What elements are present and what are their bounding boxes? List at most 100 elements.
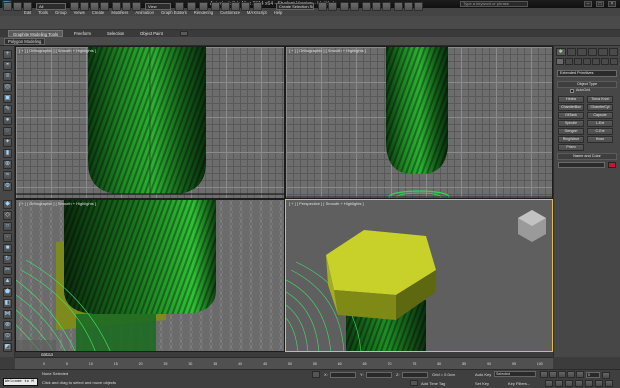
layer-manager-icon[interactable]: [340, 2, 349, 11]
viewport-label[interactable]: [ + ] [ Orthographic ] [ Smooth + Highli…: [19, 201, 96, 206]
helpers-icon[interactable]: ⊕: [3, 160, 12, 169]
edge-icon[interactable]: ◇: [3, 211, 12, 220]
lights-icon[interactable]: ✦: [3, 138, 12, 147]
hierarchy-panel-tab-icon[interactable]: [577, 48, 587, 56]
spindle-button[interactable]: Spindle: [558, 120, 584, 127]
keyboard-shortcut-icon[interactable]: [199, 2, 208, 11]
inset-icon[interactable]: ◧: [3, 299, 12, 308]
x-coord-field[interactable]: [330, 372, 356, 378]
ribbon-minimize-icon[interactable]: [180, 31, 188, 36]
angle-snap-icon[interactable]: [221, 2, 230, 11]
select-object-icon[interactable]: [70, 2, 79, 11]
lock-selection-icon[interactable]: [312, 371, 320, 378]
c-ext-button[interactable]: C-Ext: [587, 128, 613, 135]
lights-category-icon[interactable]: [574, 58, 582, 65]
display-icon[interactable]: ▣: [3, 94, 12, 103]
search-input[interactable]: Type a keyword or phrase: [460, 1, 528, 7]
object-name-field[interactable]: [558, 162, 605, 168]
z-coord-field[interactable]: [402, 372, 428, 378]
time-config-icon[interactable]: [602, 372, 610, 379]
curve-editor-icon[interactable]: [362, 2, 371, 11]
chamfercyl-button[interactable]: ChamferCyl: [587, 104, 613, 111]
set-key-button[interactable]: Set Key: [475, 381, 489, 386]
cameras-category-icon[interactable]: [583, 58, 591, 65]
key-filters-button[interactable]: Key Filters...: [508, 381, 530, 386]
named-selection-sets-dropdown[interactable]: Create Selection Se: [276, 3, 314, 10]
torus-knot-button[interactable]: Torus Knot: [587, 96, 613, 103]
name-and-color-rollout-title[interactable]: Name and Color: [557, 153, 617, 160]
oiltank-button[interactable]: OilTank: [558, 112, 584, 119]
select-move-icon[interactable]: [112, 2, 121, 11]
schematic-view-icon[interactable]: [372, 2, 381, 11]
shapes-category-icon[interactable]: [565, 58, 573, 65]
border-icon[interactable]: ○: [3, 222, 12, 231]
tab-object-paint[interactable]: Object Paint: [136, 30, 167, 37]
viewport-front[interactable]: [ + ] [ Orthographic ] [ Smooth + Highli…: [285, 46, 553, 199]
utilities-panel-tab-icon[interactable]: [608, 48, 618, 56]
edit-named-selection-icon[interactable]: [253, 2, 262, 11]
motion-panel-tab-icon[interactable]: [587, 48, 597, 56]
add-time-tag[interactable]: Add Time Tag: [421, 381, 445, 386]
polygon-icon[interactable]: ◆: [3, 200, 12, 209]
maxscript-listener-input[interactable]: Welcome to M: [3, 378, 38, 386]
snaps-toggle-icon[interactable]: [211, 2, 220, 11]
reference-coord-dropdown[interactable]: View: [145, 3, 171, 10]
pivot-center-icon[interactable]: [175, 2, 184, 11]
undo-icon[interactable]: [3, 2, 12, 11]
prism-button[interactable]: Prism: [558, 144, 584, 151]
vertex-icon[interactable]: ·: [3, 233, 12, 242]
modify-panel-tab-icon[interactable]: [566, 48, 576, 56]
tab-freeform[interactable]: Freeform: [70, 30, 95, 37]
cameras-icon[interactable]: ▮: [3, 149, 12, 158]
rect-selection-icon[interactable]: [90, 2, 99, 11]
selection-filter-dropdown[interactable]: All: [36, 3, 66, 10]
display-panel-tab-icon[interactable]: [598, 48, 608, 56]
time-tag-icon[interactable]: [410, 380, 418, 386]
goto-start-icon[interactable]: [540, 371, 548, 378]
autogrid-checkbox[interactable]: [570, 89, 574, 93]
close-button[interactable]: ×: [608, 1, 616, 7]
render-setup-icon[interactable]: [394, 2, 403, 11]
percent-snap-icon[interactable]: [231, 2, 240, 11]
render-production-icon[interactable]: [414, 2, 423, 11]
align-icon[interactable]: [328, 2, 337, 11]
utilities-icon[interactable]: ✎: [3, 105, 12, 114]
auto-key-mode-dropdown[interactable]: Selected: [494, 371, 536, 377]
chamfer-icon[interactable]: ◩: [3, 343, 12, 352]
primitive-type-dropdown[interactable]: Extended Primitives: [557, 70, 617, 77]
ringwave-button[interactable]: RingWave: [558, 136, 584, 143]
orbit-icon[interactable]: [595, 380, 603, 387]
hierarchy-icon[interactable]: ≡: [3, 72, 12, 81]
viewport-label[interactable]: [ + ] [ Orthographic ] [ Smooth + Highli…: [289, 48, 366, 53]
geometry-category-icon[interactable]: [556, 58, 564, 65]
hedra-button[interactable]: Hedra: [558, 96, 584, 103]
capsule-button[interactable]: Capsule: [587, 112, 613, 119]
rendered-frame-window-icon[interactable]: [404, 2, 413, 11]
select-scale-icon[interactable]: [132, 2, 141, 11]
window-crossing-icon[interactable]: [100, 2, 109, 11]
zoom-extents-icon[interactable]: [565, 380, 573, 387]
spinner-snap-icon[interactable]: [241, 2, 250, 11]
gengon-button[interactable]: Gengon: [558, 128, 584, 135]
motion-icon[interactable]: ◎: [3, 83, 12, 92]
weld-icon[interactable]: ⊗: [3, 321, 12, 330]
modify-icon[interactable]: ◓: [3, 61, 12, 70]
object-type-rollout-title[interactable]: Object Type: [557, 81, 617, 88]
shapes-icon[interactable]: ◌: [3, 127, 12, 136]
viewport-label[interactable]: [ + ] [ Perspective ] [ Smooth + Highlig…: [289, 201, 364, 206]
field-of-view-icon[interactable]: [575, 380, 583, 387]
viewport-left[interactable]: [ + ] [ Orthographic ] [ Smooth + Highli…: [15, 199, 285, 352]
zoom-icon[interactable]: [545, 380, 553, 387]
viewport-label[interactable]: [ + ] [ Orthographic ] [ Smooth + Highli…: [19, 48, 96, 53]
polygon-modeling-button[interactable]: Polygon Modeling: [4, 38, 46, 45]
geometry-icon[interactable]: ●: [3, 116, 12, 125]
current-frame-field[interactable]: 0: [586, 372, 600, 378]
viewport-perspective[interactable]: [ + ] [ Perspective ] [ Smooth + Highlig…: [285, 199, 553, 352]
menu-tools[interactable]: Tools: [38, 10, 48, 15]
previous-frame-icon[interactable]: [549, 371, 557, 378]
space-warps-icon[interactable]: ≈: [3, 171, 12, 180]
l-ext-button[interactable]: L-Ext: [587, 120, 613, 127]
create-panel-tab-icon[interactable]: ✱: [556, 48, 566, 56]
connect-icon[interactable]: ⋈: [3, 310, 12, 319]
auto-key-button[interactable]: Auto Key: [475, 372, 491, 377]
